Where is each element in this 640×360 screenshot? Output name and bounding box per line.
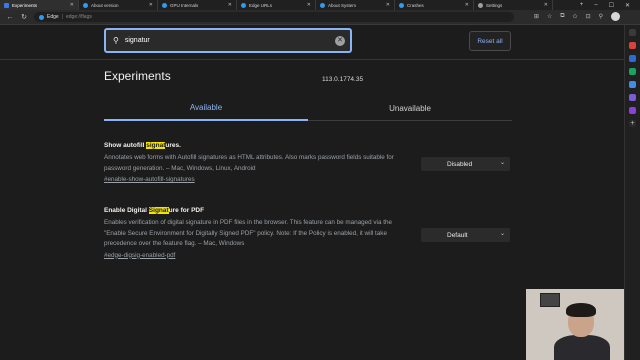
- browser-tab-about-version[interactable]: About version ✕: [79, 0, 158, 10]
- edge-icon: [39, 14, 44, 20]
- experiment-title: Show autofill signatures.: [104, 142, 404, 149]
- edge-icon: [83, 2, 88, 8]
- title-text: Enable Digital: [104, 207, 149, 214]
- minimize-icon[interactable]: –: [594, 2, 597, 8]
- tab-title: Experiments: [12, 2, 38, 8]
- tab-title: Settings: [486, 2, 503, 8]
- separator: |: [61, 14, 63, 20]
- gear-icon: [478, 2, 483, 8]
- experiment-state-select[interactable]: Disabled ⌄: [421, 157, 510, 171]
- site-label: Edge: [47, 14, 59, 20]
- office-icon[interactable]: [629, 81, 636, 88]
- games-icon[interactable]: [629, 68, 636, 75]
- favorites-icon[interactable]: ✩: [573, 13, 578, 20]
- designer-icon[interactable]: [629, 107, 636, 114]
- refresh-icon[interactable]: ↻: [20, 13, 28, 21]
- flask-icon: [4, 2, 9, 8]
- window-controls: + – ☐ ✕: [580, 0, 640, 10]
- experiment-permalink[interactable]: #edge-digsig-enabled-pdf: [104, 252, 404, 259]
- close-icon[interactable]: ✕: [544, 2, 548, 8]
- split-screen-icon[interactable]: ⧉: [560, 13, 564, 20]
- title-text: ures.: [165, 142, 181, 149]
- search-highlight: Signat: [148, 207, 169, 214]
- browser-tab-edge-urls[interactable]: Edge URLs ✕: [237, 0, 316, 10]
- tab-title: Edge URLs: [249, 2, 273, 8]
- experiment-description: Enables verification of digital signatur…: [104, 219, 392, 247]
- close-window-icon[interactable]: ✕: [625, 2, 630, 9]
- person-hair: [566, 303, 596, 317]
- experiment-permalink[interactable]: #enable-show-autofill-signatures: [104, 176, 404, 183]
- add-icon[interactable]: +: [629, 120, 636, 127]
- experiment-title: Enable Digital Signature for PDF: [104, 207, 404, 214]
- close-icon[interactable]: ✕: [70, 2, 74, 8]
- version-label: 113.0.1774.35: [322, 76, 364, 83]
- clear-icon[interactable]: ✕: [335, 36, 345, 46]
- select-value: Disabled: [447, 160, 473, 168]
- maximize-icon[interactable]: ☐: [609, 2, 614, 9]
- tab-title: About version: [91, 2, 119, 8]
- search-input[interactable]: ⚲ signatur ✕: [104, 28, 352, 53]
- outlook-icon[interactable]: [629, 94, 636, 101]
- favorite-star-icon[interactable]: ☆: [547, 13, 552, 20]
- tab-available[interactable]: Available: [104, 96, 308, 121]
- wall-picture: [540, 293, 560, 307]
- tab-title: Crashes: [407, 2, 424, 8]
- close-icon[interactable]: ✕: [228, 2, 232, 8]
- chevron-down-icon: ⌄: [499, 160, 505, 166]
- search-highlight: signat: [146, 142, 166, 149]
- experiment-description: Annotates web forms with Autofill signat…: [104, 154, 394, 172]
- browser-tab-about-system[interactable]: About System ✕: [316, 0, 395, 10]
- address-bar: ← ↻ Edge | edge://flags ⊞ ☆ ⧉ ✩ ⊡ ⚲: [0, 10, 640, 25]
- edge-icon: [241, 2, 246, 8]
- browser-tab-settings[interactable]: Settings ✕: [474, 0, 553, 10]
- page-title: Experiments: [104, 69, 171, 83]
- title-text: ure for PDF: [168, 207, 205, 214]
- tools-icon[interactable]: [629, 55, 636, 62]
- experiments-tabs: Available Unavailable: [104, 96, 512, 121]
- person-body: [554, 335, 610, 360]
- collections-icon[interactable]: ⊡: [586, 13, 591, 20]
- extensions-icon[interactable]: ⚲: [599, 13, 603, 20]
- reset-all-button[interactable]: Reset all: [469, 31, 511, 51]
- search-icon[interactable]: [629, 29, 636, 36]
- browser-tab-gpu-internals[interactable]: GPU Internals ✕: [158, 0, 237, 10]
- toolbar-actions: ⊞ ☆ ⧉ ✩ ⊡ ⚲: [534, 12, 620, 21]
- new-tab-icon[interactable]: +: [580, 2, 584, 8]
- read-aloud-icon[interactable]: ⊞: [534, 13, 539, 20]
- select-value: Default: [447, 231, 468, 239]
- browser-tab-crashes[interactable]: Crashes ✕: [395, 0, 474, 10]
- webcam-overlay: [526, 289, 624, 360]
- edge-icon: [162, 2, 167, 8]
- title-text: Show autofill: [104, 142, 147, 149]
- close-icon[interactable]: ✕: [307, 2, 311, 8]
- close-icon[interactable]: ✕: [465, 2, 469, 8]
- tab-unavailable[interactable]: Unavailable: [308, 96, 512, 121]
- edge-icon: [320, 2, 325, 8]
- avatar[interactable]: [611, 12, 620, 21]
- experiment-item: Enable Digital Signature for PDF Enables…: [104, 207, 404, 259]
- edge-sidebar: +: [624, 25, 640, 360]
- close-icon[interactable]: ✕: [386, 2, 390, 8]
- back-icon[interactable]: ←: [6, 14, 14, 21]
- experiment-state-select[interactable]: Default ⌄: [421, 228, 510, 242]
- chevron-down-icon: ⌄: [499, 231, 505, 237]
- shopping-icon[interactable]: [629, 42, 636, 49]
- url-text: edge://flags: [66, 14, 92, 20]
- tab-title: GPU Internals: [170, 2, 199, 8]
- tab-title: About System: [328, 2, 357, 8]
- search-value: signatur: [124, 37, 150, 44]
- search-icon: ⚲: [113, 36, 119, 45]
- tab-strip: Experiments ✕ About version ✕ GPU Intern…: [0, 0, 640, 10]
- edge-icon: [399, 2, 404, 8]
- url-input[interactable]: Edge | edge://flags: [34, 12, 514, 22]
- experiment-item: Show autofill signatures. Annotates web …: [104, 142, 404, 183]
- close-icon[interactable]: ✕: [149, 2, 153, 8]
- browser-tab-experiments[interactable]: Experiments ✕: [0, 0, 79, 10]
